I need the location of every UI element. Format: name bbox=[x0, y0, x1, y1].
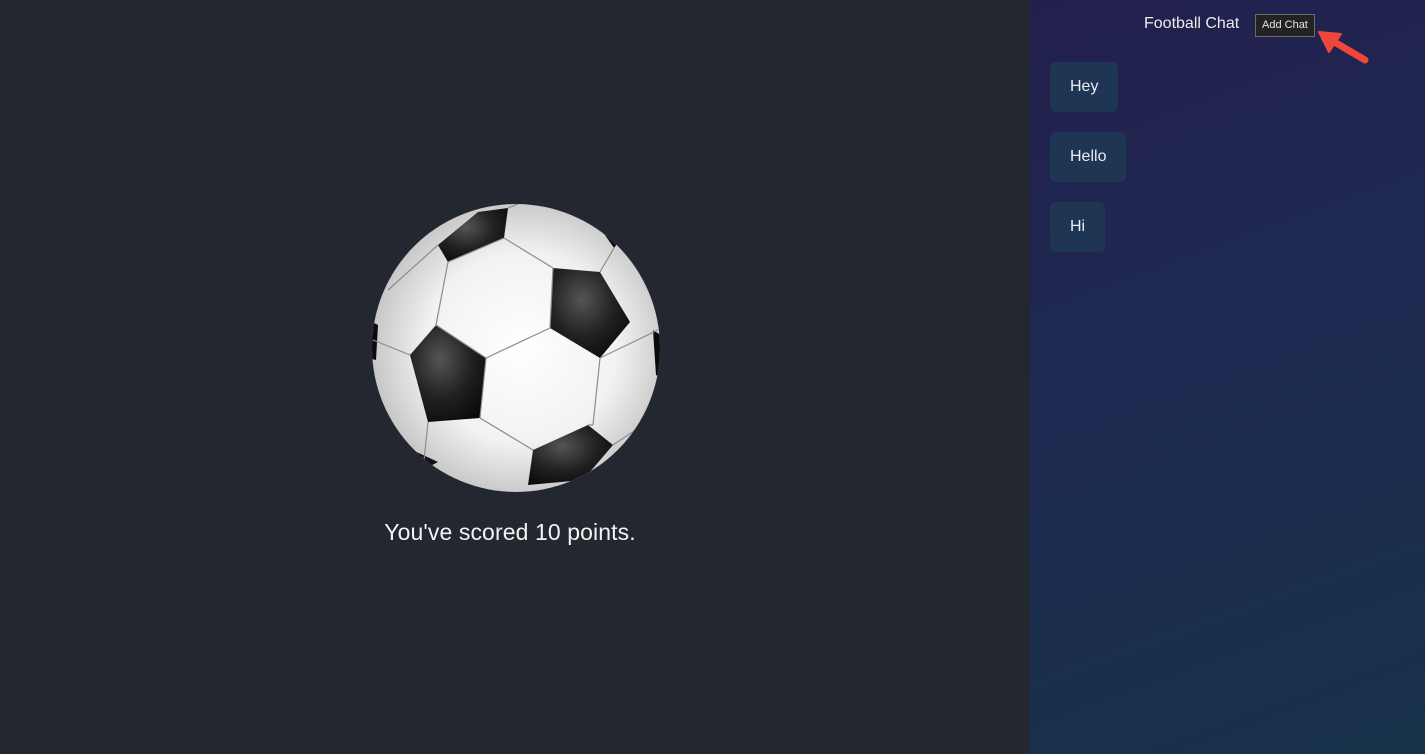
red-arrow-icon bbox=[1318, 31, 1369, 64]
game-area: You've scored 10 points. bbox=[0, 0, 1030, 754]
chat-title: Football Chat bbox=[1144, 15, 1240, 32]
chat-item-hello[interactable]: Hello bbox=[1050, 132, 1127, 182]
chat-item-hey[interactable]: Hey bbox=[1050, 62, 1119, 112]
soccer-ball-icon[interactable] bbox=[368, 200, 664, 496]
chat-item-hi[interactable]: Hi bbox=[1050, 202, 1106, 252]
score-text: You've scored 10 points. bbox=[384, 519, 636, 545]
add-chat-button[interactable]: Add Chat bbox=[1255, 14, 1315, 37]
chat-list: Hey Hello Hi bbox=[1050, 62, 1127, 272]
chat-panel: Football Chat Add Chat Hey Hello Hi bbox=[1030, 0, 1425, 754]
